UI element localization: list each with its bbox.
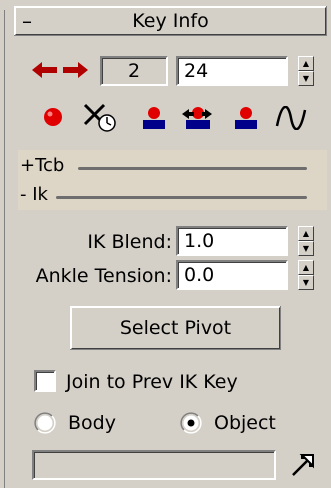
key-move-pivot-button[interactable] (180, 102, 214, 132)
next-key-button[interactable] (62, 60, 88, 80)
ik-blend-spinner[interactable]: ▲ ▼ (298, 226, 314, 256)
arrow-right-icon (63, 62, 88, 78)
set-key-icon (44, 108, 62, 126)
key-number-value: 2 (127, 60, 141, 82)
key-pivot-button[interactable] (140, 104, 168, 132)
select-pivot-label: Select Pivot (119, 317, 232, 339)
ik-track-label: - Ik (20, 184, 48, 205)
panel-left-border (4, 10, 5, 488)
tcb-track[interactable] (78, 167, 307, 170)
radio-body-label: Body (68, 412, 116, 434)
spinner-up-button[interactable]: ▲ (298, 260, 314, 275)
spinner-up-button[interactable]: ▲ (298, 56, 314, 71)
radio-unselected-icon (34, 412, 56, 434)
key-move-pivot-icon (182, 107, 212, 129)
key-pivot-2-button[interactable] (232, 104, 260, 132)
spinner-up-icon: ▲ (302, 59, 310, 68)
rollout-header-key-info[interactable]: – Key Info (14, 6, 327, 36)
arrow-left-icon (32, 62, 57, 78)
spinner-down-button[interactable]: ▼ (298, 71, 314, 86)
key-time-field[interactable]: 24 (176, 56, 288, 86)
radio-selected-icon (180, 412, 202, 434)
join-prev-ik-key-label: Join to Prev IK Key (66, 371, 238, 393)
spinner-down-icon: ▼ (302, 74, 310, 83)
spinner-down-icon: ▼ (302, 278, 310, 287)
spinner-up-button[interactable]: ▲ (298, 226, 314, 241)
key-number-field: 2 (100, 56, 168, 86)
ankle-tension-value: 0.0 (184, 264, 215, 286)
track-view: +Tcb - Ik (18, 150, 327, 210)
select-pivot-button[interactable]: Select Pivot (70, 306, 281, 350)
key-pivot-icon (143, 107, 165, 129)
tcb-track-label: +Tcb (20, 155, 65, 176)
radio-object-label: Object (214, 412, 276, 434)
set-key-button[interactable] (40, 104, 66, 130)
curve-icon (275, 106, 307, 130)
prev-key-button[interactable] (32, 60, 58, 80)
object-pick-field[interactable] (32, 450, 276, 480)
curve-button[interactable] (274, 106, 308, 130)
key-pivot-2-icon (235, 107, 257, 129)
pick-object-button[interactable] (290, 452, 316, 478)
ankle-tension-label: Ankle Tension: (35, 265, 172, 287)
ik-blend-field[interactable]: 1.0 (176, 226, 288, 256)
ankle-tension-spinner[interactable]: ▲ ▼ (298, 260, 314, 290)
ik-track[interactable] (56, 196, 307, 199)
ik-blend-label: IK Blend: (87, 231, 172, 253)
radio-object[interactable] (180, 412, 202, 434)
spinner-down-button[interactable]: ▼ (298, 241, 314, 256)
rollout-title: Key Info (132, 10, 209, 32)
no-key-button[interactable] (82, 100, 118, 134)
pick-arrow-icon (292, 454, 314, 476)
key-time-value: 24 (184, 60, 209, 82)
ankle-tension-field[interactable]: 0.0 (176, 260, 288, 290)
no-key-icon (83, 103, 116, 132)
radio-body[interactable] (34, 412, 56, 434)
join-prev-ik-key-checkbox[interactable] (34, 370, 56, 392)
spinner-down-button[interactable]: ▼ (298, 275, 314, 290)
spinner-up-icon: ▲ (302, 263, 310, 272)
spinner-down-icon: ▼ (302, 244, 310, 253)
spinner-up-icon: ▲ (302, 229, 310, 238)
ik-blend-value: 1.0 (184, 230, 215, 252)
key-time-spinner[interactable]: ▲ ▼ (298, 56, 314, 86)
